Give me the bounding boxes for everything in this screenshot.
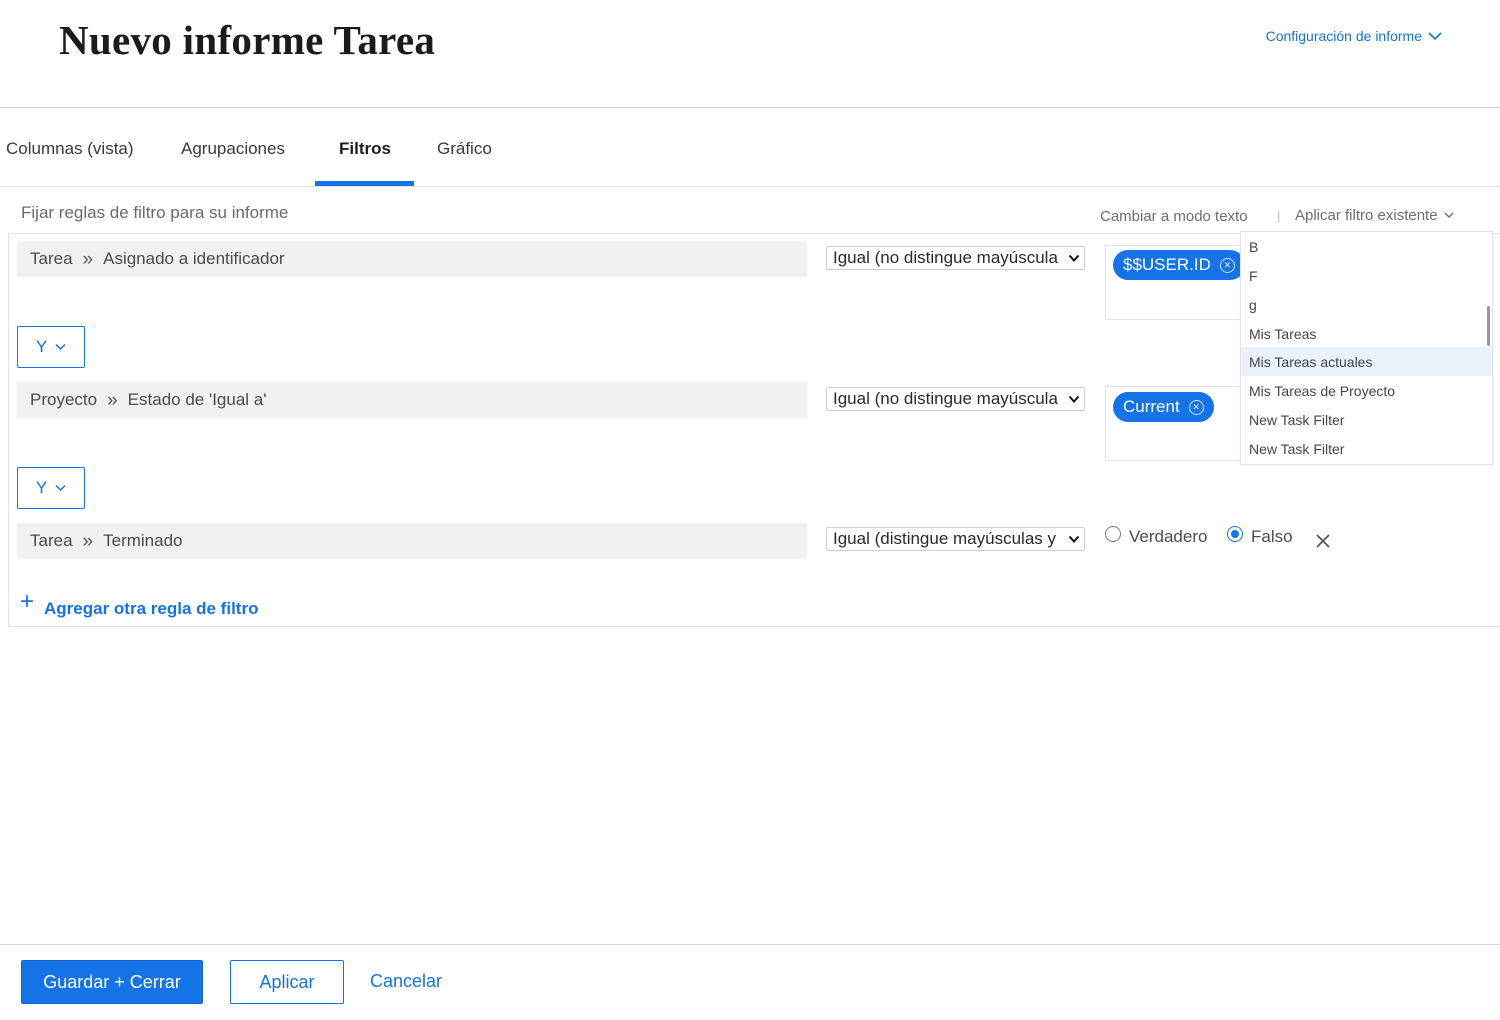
filter-rule-2-field[interactable]: Proyecto » Estado de 'Igual a' (17, 382, 807, 418)
value-pill-label: Current (1123, 397, 1180, 416)
save-close-button[interactable]: Guardar + Cerrar (21, 960, 203, 1004)
dropdown-item[interactable]: B (1241, 232, 1492, 261)
double-chevron-right-icon: » (82, 530, 94, 552)
radio-false-option[interactable]: Falso (1227, 526, 1293, 547)
report-settings-menu[interactable]: Configuración de informe (1266, 28, 1442, 44)
chevron-down-icon (1444, 212, 1454, 218)
operator-value: Igual (no distingue mayúscula (833, 248, 1058, 267)
connector-and-2[interactable]: Y (17, 467, 85, 509)
dropdown-scrollbar[interactable] (1487, 306, 1490, 346)
value-pill: Current ✕ (1113, 392, 1214, 422)
chevron-down-icon (55, 343, 66, 351)
filter-rule-1-operator-select[interactable]: Igual (no distingue mayúscula (826, 246, 1085, 270)
remove-value-icon[interactable]: ✕ (1188, 399, 1204, 415)
connector-and-1[interactable]: Y (17, 326, 85, 368)
dropdown-item-highlighted[interactable]: Mis Tareas actuales (1241, 347, 1492, 376)
tab-filters[interactable]: Filtros (339, 139, 391, 159)
radio-false-label: Falso (1251, 527, 1293, 546)
tab-chart[interactable]: Gráfico (437, 139, 492, 159)
radio-false[interactable] (1227, 526, 1243, 542)
cancel-button[interactable]: Cancelar (370, 971, 442, 992)
filter-rule-3-field[interactable]: Tarea » Terminado (17, 523, 807, 559)
add-filter-rule-button[interactable]: + Agregar otra regla de filtro (20, 590, 258, 619)
apply-existing-filter-dropdown[interactable]: Aplicar filtro existente (1295, 207, 1454, 224)
rule-object-label: Tarea (30, 531, 73, 550)
filter-rule-2-operator-select[interactable]: Igual (no distingue mayúscula (826, 387, 1085, 411)
rule-object-label: Tarea (30, 249, 73, 268)
radio-true-option[interactable]: Verdadero (1105, 526, 1208, 547)
page-title: Nuevo informe Tarea (59, 17, 436, 63)
value-pill: $$USER.ID ✕ (1113, 250, 1245, 280)
chevron-down-icon (55, 484, 66, 492)
report-settings-label: Configuración de informe (1265, 28, 1422, 44)
operator-value: Igual (no distingue mayúscula (833, 389, 1058, 408)
rule-field-label: Estado de 'Igual a' (127, 390, 267, 409)
operator-value: Igual (distingue mayúsculas y (833, 529, 1057, 548)
plus-icon: + (20, 588, 35, 615)
radio-true-label: Verdadero (1129, 527, 1208, 546)
apply-existing-filter-label: Aplicar filtro existente (1295, 207, 1438, 224)
dropdown-item[interactable]: g (1241, 290, 1492, 319)
dropdown-item[interactable]: New Task Filter (1241, 405, 1492, 434)
chevron-down-icon (1068, 254, 1080, 262)
chevron-down-icon (1068, 395, 1080, 403)
filter-rule-2-value-box[interactable]: Current ✕ (1105, 386, 1245, 461)
close-icon[interactable] (1314, 532, 1332, 550)
tab-groupings[interactable]: Agrupaciones (181, 139, 285, 159)
text-mode-link[interactable]: Cambiar a modo texto (1100, 208, 1248, 225)
footer-divider (0, 944, 1500, 945)
dropdown-item[interactable]: Mis Tareas de Proyecto (1241, 376, 1492, 405)
rule-object-label: Proyecto (30, 390, 98, 409)
remove-value-icon[interactable]: ✕ (1219, 257, 1235, 273)
filter-rule-1-field[interactable]: Tarea » Asignado a identificador (17, 241, 807, 277)
existing-filter-dropdown-menu: B F g Mis Tareas Mis Tareas actuales Mis… (1240, 231, 1493, 465)
filter-rule-3-operator-select[interactable]: Igual (distingue mayúsculas y (826, 527, 1085, 551)
chevron-down-icon (1428, 32, 1442, 41)
rule-field-label: Terminado (103, 531, 183, 550)
tab-columns[interactable]: Columnas (vista) (6, 139, 134, 159)
dropdown-item[interactable]: Mis Tareas (1241, 319, 1492, 348)
dropdown-item[interactable]: New Task Filter (1241, 434, 1492, 463)
apply-button[interactable]: Aplicar (230, 960, 344, 1004)
double-chevron-right-icon: » (82, 248, 94, 270)
connector-label: Y (35, 478, 48, 497)
rule-field-label: Asignado a identificador (103, 249, 285, 268)
value-pill-label: $$USER.ID (1123, 255, 1211, 274)
tab-bar: Columnas (vista) Agrupaciones Filtros Gr… (0, 108, 1500, 187)
radio-true[interactable] (1105, 526, 1121, 542)
dropdown-item[interactable]: F (1241, 261, 1492, 290)
add-filter-rule-label: Agregar otra regla de filtro (44, 599, 259, 618)
active-tab-indicator (315, 181, 414, 186)
toolbar-separator: | (1277, 208, 1281, 223)
filter-rule-1-value-box[interactable]: $$USER.ID ✕ (1105, 245, 1245, 320)
filter-hint-text: Fijar reglas de filtro para su informe (21, 203, 289, 222)
double-chevron-right-icon: » (107, 389, 118, 411)
chevron-down-icon (1068, 535, 1080, 543)
connector-label: Y (35, 337, 48, 356)
